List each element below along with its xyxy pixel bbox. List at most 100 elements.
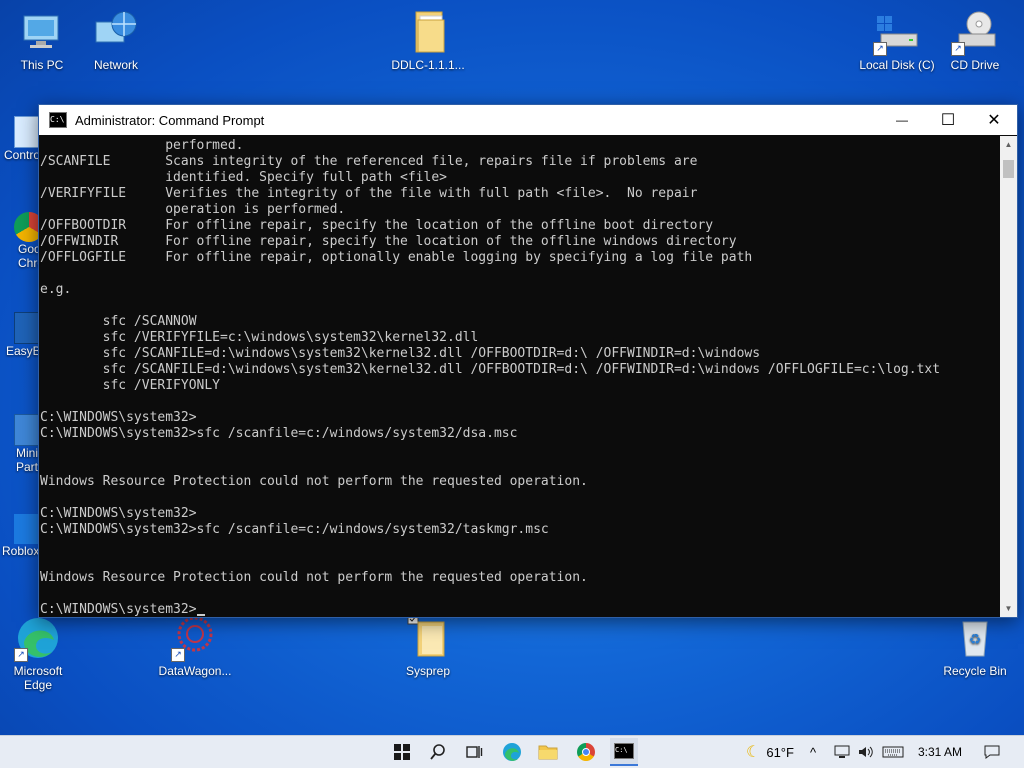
shortcut-arrow-icon: ↗: [873, 42, 887, 56]
desktop-icon-local-disk[interactable]: ↗ Local Disk (C): [855, 8, 939, 72]
shortcut-arrow-icon: ↗: [171, 648, 185, 662]
sysprep-folder-icon: [404, 613, 452, 662]
console-line: /VERIFYFILE Verifies the integrity of th…: [40, 186, 698, 201]
console-line: sfc /SCANFILE=d:\windows\system32\kernel…: [40, 362, 941, 377]
desktop-icon-label: Mini Part: [16, 446, 39, 474]
edge-icon: ↗: [14, 614, 62, 662]
hard-drive-icon: ↗: [873, 8, 921, 56]
console-line: /OFFLOGFILE For offline repair, optional…: [40, 250, 753, 265]
desktop-icon-cd-drive[interactable]: ↗ CD Drive: [933, 8, 1017, 72]
desktop-icon-roblox[interactable]: Roblox: [0, 514, 40, 578]
scrollbar-thumb[interactable]: [1003, 160, 1014, 178]
console-line: performed.: [40, 138, 244, 153]
desktop-icon-label: Goo Chro: [18, 242, 40, 270]
console-line: sfc /SCANNOW: [40, 314, 197, 329]
maximize-button[interactable]: ☐: [925, 105, 971, 135]
file-explorer-icon[interactable]: [536, 740, 560, 764]
console-line: Windows Resource Protection could not pe…: [40, 474, 588, 489]
easybcd-icon: [14, 312, 40, 344]
console-prompt-line[interactable]: C:\WINDOWS\system32>: [40, 602, 1000, 617]
vertical-scrollbar[interactable]: ▲ ▼: [1000, 136, 1017, 617]
desktop-icon-minitool-partition[interactable]: Mini Part: [0, 414, 40, 494]
task-view-icon[interactable]: [462, 740, 486, 764]
console-line: /SCANFILE Scans integrity of the referen…: [40, 154, 698, 169]
console-line: /OFFWINDIR For offline repair, specify t…: [40, 234, 737, 249]
notifications-button[interactable]: [984, 736, 1000, 768]
cd-drive-icon: ↗: [951, 8, 999, 56]
desktop-icon-label: EasyBo: [6, 344, 40, 358]
volume-tray-icon[interactable]: [858, 736, 874, 768]
shortcut-arrow-icon: ↗: [951, 42, 965, 56]
monitor-icon: [18, 8, 66, 56]
control-panel-icon: [14, 116, 40, 148]
console-line: e.g.: [40, 282, 72, 297]
start-button[interactable]: [390, 740, 414, 764]
edge-taskbar-icon[interactable]: [500, 740, 524, 764]
desktop-icon-datawagon[interactable]: ↗ DataWagon...: [153, 614, 237, 678]
window-title: Administrator: Command Prompt: [75, 112, 265, 128]
console-line: sfc /SCANFILE=d:\windows\system32\kernel…: [40, 346, 761, 361]
windows-logo-icon: [394, 744, 410, 760]
desktop-icon-label: This PC: [20, 58, 64, 72]
chrome-icon: [14, 212, 40, 242]
desktop-icon-microsoft-edge[interactable]: ↗ Microsoft Edge: [0, 614, 80, 692]
scroll-up-arrow-icon[interactable]: ▲: [1000, 136, 1017, 153]
command-prompt-taskbar-icon[interactable]: C:\: [610, 738, 638, 766]
folder-icon: [404, 8, 452, 56]
desktop-icon-label: Network: [93, 58, 138, 72]
taskbar: C:\ ☾ 61°F ^ 3:31 AM: [0, 735, 1024, 768]
recycle-bin-icon: ♻: [951, 614, 999, 662]
chrome-taskbar-icon[interactable]: [574, 740, 598, 764]
close-button[interactable]: ✕: [971, 105, 1017, 135]
command-prompt-window[interactable]: C:\ Administrator: Command Prompt — ☐ ✕ …: [38, 104, 1018, 618]
cmd-icon: C:\: [49, 112, 67, 128]
desktop-icon-label: Sysprep: [405, 664, 451, 678]
partition-tool-icon: [14, 414, 40, 446]
scroll-down-arrow-icon[interactable]: ▼: [1000, 600, 1017, 617]
desktop-icon-recycle-bin[interactable]: ♻ Recycle Bin: [933, 614, 1017, 678]
desktop-icon-label: DataWagon...: [158, 664, 232, 678]
desktop-icon-google-chrome[interactable]: Goo Chro: [0, 212, 40, 292]
clock[interactable]: 3:31 AM: [918, 736, 962, 768]
weather-widget[interactable]: ☾ 61°F: [746, 736, 794, 768]
minimize-button[interactable]: —: [879, 105, 925, 135]
desktop-icon-label: Contro: [4, 148, 40, 162]
chevron-up-icon: ^: [810, 744, 817, 760]
console-line: C:\WINDOWS\system32>: [40, 410, 197, 425]
datawagon-icon: ↗: [171, 614, 219, 662]
show-hidden-icons-button[interactable]: ^: [810, 736, 816, 768]
console-lines: performed./SCANFILE Scans integrity of t…: [40, 138, 1000, 602]
time-text: 3:31 AM: [918, 745, 963, 759]
desktop-icon-ddlc-folder[interactable]: DDLC-1.1.1...: [386, 8, 470, 72]
console-line: operation is performed.: [40, 202, 346, 217]
network-globe-icon: [92, 8, 140, 56]
desktop-icon-this-pc[interactable]: This PC: [0, 8, 84, 72]
console-output[interactable]: performed./SCANFILE Scans integrity of t…: [39, 136, 1000, 617]
notification-icon: [984, 745, 1000, 759]
desktop-icon-label: DDLC-1.1.1...: [391, 58, 465, 72]
console-line: C:\WINDOWS\system32>sfc /scanfile=c:/win…: [40, 426, 518, 441]
search-icon[interactable]: [426, 740, 450, 764]
desktop-icon-label: CD Drive: [950, 58, 1000, 72]
desktop-icon-control-panel[interactable]: Contro: [0, 116, 40, 176]
desktop-icon-easybcd[interactable]: EasyBo: [0, 312, 40, 376]
shortcut-arrow-icon: ↗: [14, 648, 28, 662]
desktop-icon-sysprep[interactable]: Sysprep: [386, 613, 470, 678]
temperature-text: 61°F: [766, 744, 794, 760]
desktop-icon-network[interactable]: Network: [74, 8, 158, 72]
keyboard-tray-icon[interactable]: [882, 736, 904, 768]
svg-text:♻: ♻: [969, 632, 982, 648]
console-line: C:\WINDOWS\system32>sfc /scanfile=c:/win…: [40, 522, 549, 537]
console-line: Windows Resource Protection could not pe…: [40, 570, 588, 585]
moon-icon: ☾: [746, 744, 761, 761]
window-titlebar[interactable]: C:\ Administrator: Command Prompt — ☐ ✕: [39, 105, 1017, 135]
network-tray-icon[interactable]: [834, 736, 850, 768]
text-cursor: [196, 614, 205, 616]
